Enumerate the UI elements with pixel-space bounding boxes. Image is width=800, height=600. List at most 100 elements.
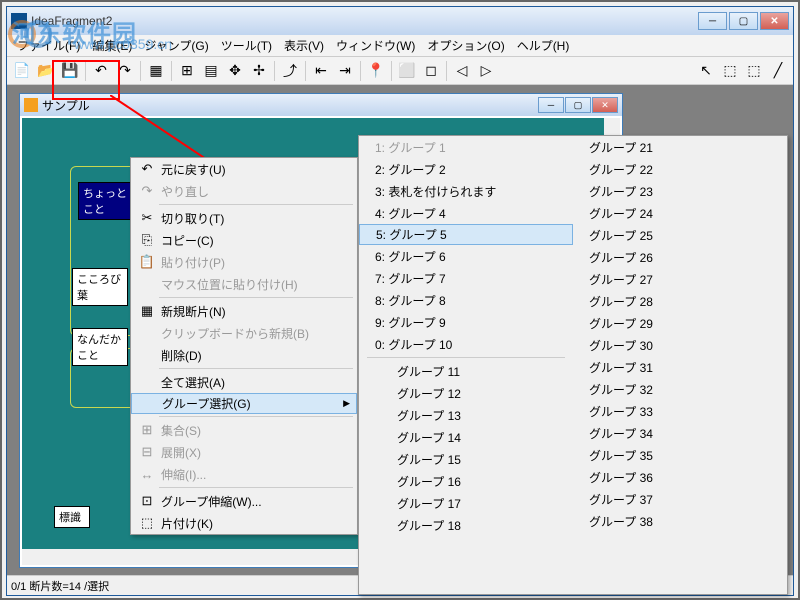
submenu-item[interactable]: グループ 16 [359,470,573,492]
ctx-item: ↔伸縮(I)... [131,463,357,485]
pointer-icon[interactable]: ↖ [695,60,717,82]
child-minimize[interactable]: ─ [538,97,564,113]
submenu-item[interactable]: グループ 27 [573,268,787,290]
node-white-1[interactable]: こころび 葉 [72,268,128,306]
next-icon[interactable]: ▷ [475,60,497,82]
submenu-item[interactable]: グループ 34 [573,422,787,444]
ctx-icon: ✂ [137,210,157,226]
submenu-item[interactable]: グループ 15 [359,448,573,470]
menu-option[interactable]: オプション(O) [421,35,510,56]
submenu-item[interactable]: グループ 11 [359,360,573,382]
submenu-item[interactable]: グループ 26 [573,246,787,268]
save-icon[interactable]: 💾 [59,60,81,82]
submenu-item[interactable]: グループ 13 [359,404,573,426]
group-submenu: 1: グループ 12: グループ 23: 表札を付けられます4: グループ 45… [358,135,788,595]
node-white-2[interactable]: なんだか こと [72,328,128,366]
fragment-icon[interactable]: ▦ [145,60,167,82]
close-button[interactable] [760,12,789,30]
ctx-icon: ⊞ [137,422,157,438]
ctx-label: 集合(S) [157,422,351,439]
line-icon[interactable]: ╱ [767,60,789,82]
submenu-item[interactable]: グループ 37 [573,488,787,510]
ctx-item[interactable]: 全て選択(A) [131,371,357,393]
submenu-item[interactable]: グループ 12 [359,382,573,404]
prev-icon[interactable]: ◁ [451,60,473,82]
submenu-item[interactable]: グループ 14 [359,426,573,448]
submenu-item[interactable]: 9: グループ 9 [359,311,573,333]
ctx-item[interactable]: ✂切り取り(T) [131,207,357,229]
ctx-item[interactable]: ⊡グループ伸縮(W)... [131,490,357,512]
ctx-item[interactable]: ⬚片付け(K) [131,512,357,534]
ctx-item[interactable]: グループ選択(G)▶ [131,393,357,414]
redo-icon[interactable]: ↷ [114,60,136,82]
submenu-item[interactable]: グループ 21 [573,136,787,158]
submenu-item[interactable]: グループ 25 [573,224,787,246]
back-icon[interactable]: ⇤ [310,60,332,82]
ctx-item[interactable]: 削除(D) [131,344,357,366]
ctx-label: グループ伸縮(W)... [157,493,351,510]
zoom2-icon[interactable]: ◻ [420,60,442,82]
statusbar-text: 0/1 断片数=14 /選択 [11,578,109,594]
submenu-item[interactable]: グループ 33 [573,400,787,422]
zoom1-icon[interactable]: ⬜ [396,60,418,82]
submenu-item[interactable]: 3: 表札を付けられます [359,180,573,202]
submenu-item[interactable]: グループ 35 [573,444,787,466]
context-menu: ↶元に戻す(U)↷やり直し✂切り取り(T)⎘コピー(C)📋貼り付け(P)マウス位… [130,157,358,535]
submenu-item[interactable]: グループ 32 [573,378,787,400]
menu-window[interactable]: ウィンドウ(W) [330,35,421,56]
minimize-button[interactable]: ─ [698,12,727,30]
ctx-label: やり直し [157,183,351,200]
grid-icon[interactable]: ▤ [200,60,222,82]
fwd-icon[interactable]: ⇥ [334,60,356,82]
ctx-item[interactable]: ▦新規断片(N) [131,300,357,322]
ctx-icon: ↷ [137,183,157,199]
pin-icon[interactable]: 📍 [365,60,387,82]
ctx-icon: 📋 [137,254,157,270]
ctx-label: 貼り付け(P) [157,254,351,271]
move2-icon[interactable]: ✢ [248,60,270,82]
submenu-item[interactable]: グループ 22 [573,158,787,180]
submenu-item[interactable]: グループ 18 [359,514,573,536]
ctx-item[interactable]: ↶元に戻す(U) [131,158,357,180]
nodes-icon[interactable]: ⬚ [719,60,741,82]
submenu-item[interactable]: グループ 31 [573,356,787,378]
ctx-item[interactable]: ⎘コピー(C) [131,229,357,251]
group-icon[interactable]: ⊞ [176,60,198,82]
submenu-item[interactable]: グループ 38 [573,510,787,532]
ctx-item: ⊞集合(S) [131,419,357,441]
ctx-label: マウス位置に貼り付け(H) [157,276,351,293]
submenu-item[interactable]: 4: グループ 4 [359,202,573,224]
child-title: サンプル [42,97,538,114]
submenu-item[interactable]: 8: グループ 8 [359,289,573,311]
submenu-item[interactable]: グループ 17 [359,492,573,514]
menu-view[interactable]: 表示(V) [278,35,330,56]
child-maximize[interactable]: ▢ [565,97,591,113]
submenu-item[interactable]: グループ 30 [573,334,787,356]
ctx-icon: ⬚ [137,515,157,531]
menu-tool[interactable]: ツール(T) [215,35,278,56]
node-blue[interactable]: ちょっと こと [78,182,134,220]
undo-icon[interactable]: ↶ [90,60,112,82]
ctx-icon: ↶ [137,161,157,177]
submenu-item[interactable]: グループ 36 [573,466,787,488]
edges-icon[interactable]: ⬚ [743,60,765,82]
submenu-item[interactable]: 0: グループ 10 [359,333,573,355]
ctx-label: 切り取り(T) [157,210,351,227]
submenu-item[interactable]: グループ 24 [573,202,787,224]
submenu-item[interactable]: 6: グループ 6 [359,245,573,267]
submenu-item[interactable]: 2: グループ 2 [359,158,573,180]
submenu-item[interactable]: グループ 23 [573,180,787,202]
submenu-item[interactable]: グループ 28 [573,290,787,312]
new-icon[interactable]: 📄 [11,60,33,82]
node-label[interactable]: 標識 [54,506,90,528]
open-icon[interactable]: 📂 [35,60,57,82]
link-icon[interactable]: ⤴ [279,60,301,82]
move-icon[interactable]: ✥ [224,60,246,82]
ctx-icon: ⊡ [137,493,157,509]
maximize-button[interactable]: ▢ [729,12,758,30]
submenu-item[interactable]: 5: グループ 5 [359,224,573,245]
menu-help[interactable]: ヘルプ(H) [511,35,576,56]
submenu-item[interactable]: 7: グループ 7 [359,267,573,289]
submenu-item[interactable]: グループ 29 [573,312,787,334]
child-close[interactable]: ✕ [592,97,618,113]
